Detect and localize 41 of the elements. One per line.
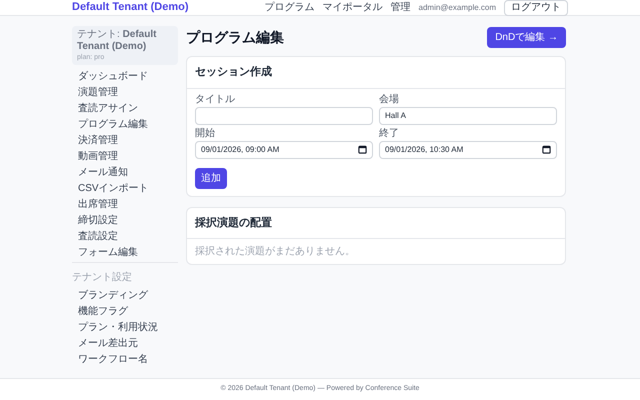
field-label: 開始 [195, 128, 216, 140]
sidebar-item[interactable]: 査読設定 [72, 229, 178, 245]
brand-title[interactable]: Default Tenant (Demo) [72, 2, 189, 13]
input-field[interactable]: Hall A [379, 106, 557, 124]
user-email: admin@example.com [418, 4, 496, 12]
tenant-name: テナント: Default Tenant (Demo) [77, 29, 158, 53]
datetime-field[interactable]: 09/01/2026, 09:00 AM [195, 140, 373, 158]
sidebar-item[interactable]: 締切設定 [72, 213, 178, 229]
sidebar-item[interactable]: 機能フラグ [72, 304, 178, 320]
sidebar-item[interactable]: メール通知 [72, 165, 178, 181]
sidebar-item[interactable]: 査読アサイン [72, 101, 178, 117]
datetime-field[interactable]: 09/01/2026, 10:30 AM [379, 140, 557, 158]
nav-link[interactable]: プログラム [264, 2, 315, 12]
nav-link[interactable]: 管理 [390, 2, 411, 12]
card-title: セッション作成 [195, 64, 273, 80]
field-label: 終了 [379, 128, 400, 140]
calendar-icon[interactable] [358, 145, 367, 154]
sidebar-item[interactable]: 演題管理 [72, 85, 178, 101]
sidebar-item[interactable]: フォーム編集 [72, 245, 178, 261]
sidebar-item[interactable]: ワークフロー名 [72, 352, 178, 368]
card-title: 採択演題の配置 [195, 216, 273, 230]
sidebar-item[interactable]: 決済管理 [72, 133, 178, 149]
section-label: テナント設定 [72, 272, 132, 283]
sidebar-item[interactable]: 動画管理 [72, 149, 178, 165]
empty-message: 採択された演題がまだありません。 [195, 244, 356, 259]
page-title: プログラム編集 [186, 28, 284, 47]
sidebar-item[interactable]: CSVインポート [72, 181, 178, 197]
sidebar-item[interactable]: 出席管理 [72, 197, 178, 213]
add-button[interactable]: 追加 [195, 168, 227, 188]
calendar-icon[interactable] [542, 145, 551, 154]
dnd-edit-button[interactable]: DnDで編集 → [487, 27, 566, 48]
input-field[interactable] [195, 106, 373, 124]
sidebar-item[interactable]: ブランディング [72, 288, 178, 304]
logout-button[interactable]: ログアウト [504, 0, 568, 16]
field-label: タイトル [195, 94, 236, 106]
field-label: 会場 [379, 94, 400, 106]
sidebar-item[interactable]: プログラム編集 [72, 117, 178, 133]
nav-link[interactable]: マイポータル [322, 2, 383, 12]
sidebar-item[interactable]: ダッシュボード [72, 69, 178, 85]
sidebar-item[interactable]: メール差出元 [72, 336, 178, 352]
sidebar-item[interactable]: プラン・利用状況 [72, 320, 178, 336]
